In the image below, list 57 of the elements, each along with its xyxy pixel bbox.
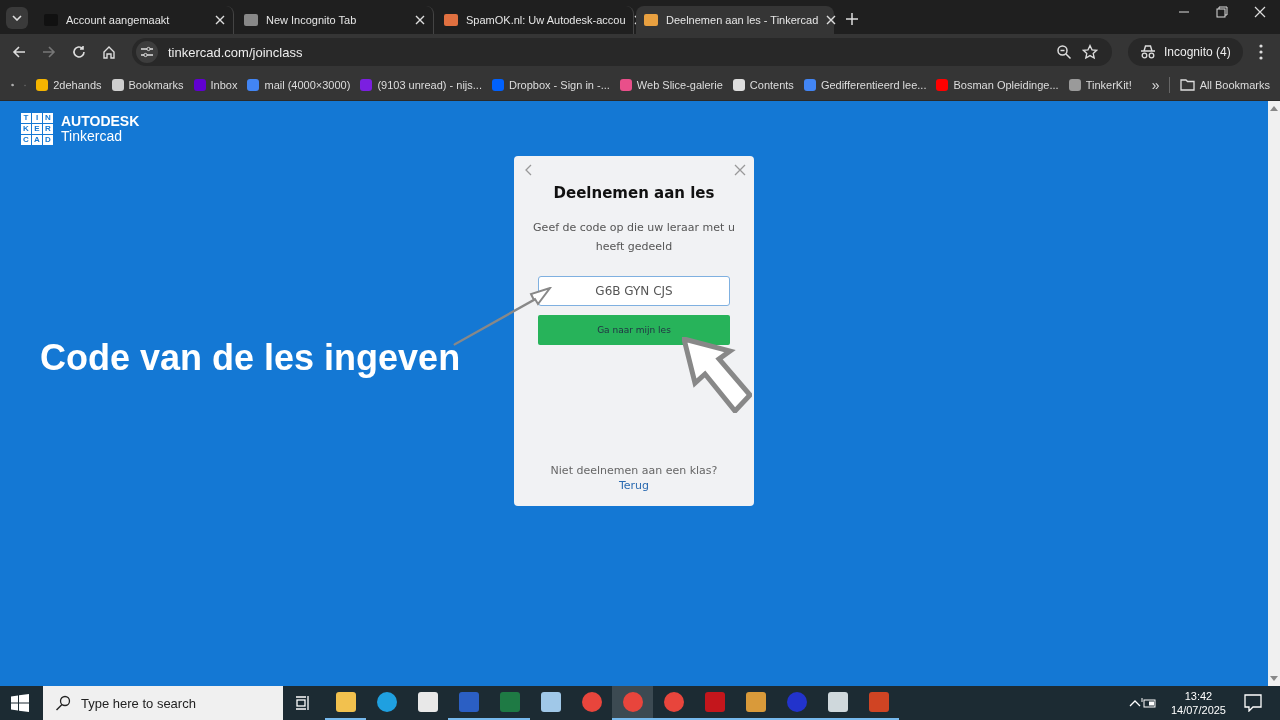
all-bookmarks-button[interactable]: All Bookmarks <box>1179 79 1270 91</box>
back-link[interactable]: Terug <box>618 479 650 492</box>
dialog-description: Geef de code op die uw leraar met u heeft gedeeld <box>532 220 736 255</box>
forward-icon[interactable] <box>42 45 56 59</box>
restore-icon[interactable] <box>1216 6 1228 18</box>
class-code-field[interactable]: G6B GYN CJS <box>538 276 730 306</box>
zoom-icon[interactable] <box>1056 44 1072 60</box>
chevron-up-icon[interactable] <box>1128 699 1141 707</box>
bookmark-item[interactable]: Inbox <box>193 79 238 91</box>
start-icon[interactable] <box>11 694 29 712</box>
bookmark-item[interactable]: Contents <box>732 79 794 91</box>
bookmark-item[interactable]: mail (4000×3000) <box>247 79 351 91</box>
new-tab-icon[interactable] <box>846 13 858 25</box>
site-settings-icon[interactable] <box>136 41 158 63</box>
address-bar[interactable]: tinkercad.com/joinclass <box>132 38 1112 66</box>
taskbar-search-field[interactable]: Type here to search <box>43 686 283 720</box>
menu-icon[interactable] <box>1258 44 1263 60</box>
favicon-icon <box>444 14 458 26</box>
product-name: Tinkercad <box>61 129 123 144</box>
footer-text: Niet deelnemen aan een klas? <box>550 464 718 477</box>
bookmark-item[interactable]: Gedifferentieerd lee... <box>803 79 927 91</box>
bookmark-item[interactable]: Dropbox - Sign in -... <box>491 79 610 91</box>
browser-tab[interactable]: Deelnemen aan les - Tinkercad <box>636 6 834 34</box>
tab-title: New Incognito Tab <box>266 14 358 26</box>
bookmark-item[interactable]: 2dehands <box>36 79 102 91</box>
url-text: tinkercad.com/joinclass <box>168 44 303 60</box>
bookmark-item[interactable]: Bosman Opleidinge... <box>936 79 1059 91</box>
favicon-icon <box>244 14 258 26</box>
battery-icon[interactable] <box>1140 697 1157 709</box>
scroll-up-icon[interactable] <box>1270 105 1278 111</box>
dialog-title: Deelnemen aan les <box>553 184 715 202</box>
clock-time: 13:42 <box>1184 689 1213 703</box>
bookmark-item[interactable]: Bookmarks <box>111 79 184 91</box>
more-bookmarks-button[interactable]: » <box>1151 77 1160 93</box>
home-icon[interactable] <box>102 45 116 59</box>
reload-icon[interactable] <box>72 45 86 59</box>
notification-icon[interactable] <box>1244 694 1262 712</box>
task-view-icon[interactable] <box>295 695 311 711</box>
incognito-button[interactable]: Incognito (4) <box>1128 38 1243 66</box>
bookmark-item[interactable]: Web Slice-galerie <box>619 79 723 91</box>
annotation-text: Code van de les ingeven <box>40 337 461 379</box>
search-icon <box>55 695 71 711</box>
tab-title: SpamOK.nl: Uw Autodesk-accou <box>466 14 626 26</box>
bookmark-item[interactable]: (9103 unread) - nijs... <box>360 79 482 91</box>
favicon-icon <box>644 14 658 26</box>
tab-title: Deelnemen aan les - Tinkercad <box>666 14 819 26</box>
scroll-down-icon[interactable] <box>1270 676 1278 682</box>
brand-name: AUTODESK <box>61 114 140 129</box>
tab-title: Account aangemaakt <box>66 14 171 26</box>
bookmark-item[interactable]: TinkerKit! <box>1068 79 1132 91</box>
clock-date: 14/07/2025 <box>1170 703 1226 717</box>
incognito-icon <box>1140 45 1156 59</box>
join-class-button[interactable]: Ga naar mijn les <box>538 315 730 345</box>
clock[interactable]: 13:42 14/07/2025 <box>1170 689 1226 717</box>
tab-search-button[interactable] <box>6 7 28 29</box>
scrollbar[interactable] <box>1268 101 1280 686</box>
chevron-icon <box>12 15 22 21</box>
